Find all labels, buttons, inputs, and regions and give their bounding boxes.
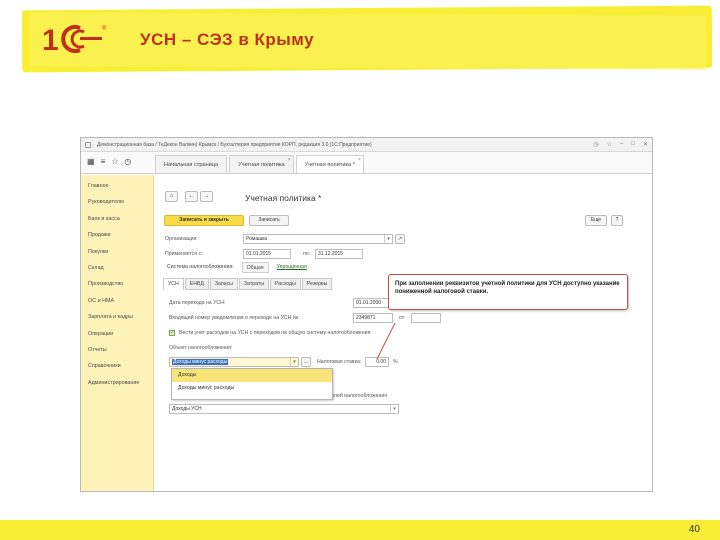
header-band-highlight	[29, 12, 707, 70]
chevron-down-icon[interactable]: ▾	[390, 405, 398, 413]
form-title: Учетная политика *	[245, 193, 322, 203]
object-field[interactable]: Доходы минус расходы ▾	[169, 357, 299, 367]
period-label: Применяется с:	[165, 251, 203, 257]
minimize-icon[interactable]: –	[620, 141, 623, 148]
chevron-down-icon[interactable]: ▾	[290, 358, 298, 366]
tab-accounting-policy[interactable]: Учетная политика ×	[229, 155, 294, 173]
sidebar-item-payroll[interactable]: Зарплата и кадры	[81, 314, 153, 330]
callout-arrow	[376, 322, 396, 360]
menu-icon[interactable]: ≡	[101, 157, 106, 166]
period-from-field[interactable]: 01.01.2015	[243, 249, 291, 259]
tab-bar: ▦ ≡ ☆ ◷ Начальная страница Учетная полит…	[81, 152, 652, 174]
notification-icon[interactable]: ◷	[593, 141, 598, 148]
income-account-field[interactable]: Доходы УСН ▾	[169, 404, 399, 414]
footer-band	[0, 520, 720, 540]
help-button[interactable]: ?	[611, 215, 623, 226]
window-controls: ◷ ☆ – □ ✕	[593, 141, 648, 148]
subtab-expenses[interactable]: Расходы	[269, 278, 301, 290]
org-value: Ромашка	[246, 236, 268, 242]
home-icon[interactable]: ⌂	[165, 191, 178, 202]
org-label: Организация:	[165, 236, 198, 242]
subtab-usn[interactable]: УСН	[163, 278, 184, 290]
select-icon[interactable]: …	[301, 357, 311, 367]
forward-icon[interactable]: →	[200, 191, 213, 202]
sidebar-item-catalogs[interactable]: Справочники	[81, 363, 153, 379]
history-icon[interactable]: ◷	[124, 157, 131, 166]
hint-callout: При заполнении реквизитов учетной полити…	[388, 274, 628, 310]
policy-subtabs: УСН ЕНВД Запасы Затраты Расходы Резервы	[163, 278, 333, 290]
option-income-minus-expenses[interactable]: Доходы минус расходы	[172, 382, 332, 395]
expense-checkbox[interactable]: ✓	[169, 330, 175, 336]
tax-system-switch: Система налогообложения: Общая Упрощенна…	[163, 262, 315, 273]
more-button[interactable]: Еще	[585, 215, 607, 226]
page-number: 40	[688, 524, 700, 535]
sidebar-item-operations[interactable]: Операции	[81, 331, 153, 347]
expense-checkbox-label: Вести учет расходов на УСН с переходом н…	[179, 330, 371, 336]
chevron-down-icon[interactable]: ▾	[384, 235, 392, 243]
sidebar-item-sales[interactable]: Продажи	[81, 232, 153, 248]
back-icon[interactable]: ←	[185, 191, 198, 202]
sidebar-item-warehouse[interactable]: Склад	[81, 265, 153, 281]
income-account-value: Доходы УСН	[172, 406, 202, 412]
object-value: Доходы минус расходы	[172, 359, 229, 365]
tax-system-label: Система налогообложения:	[167, 264, 234, 270]
subtab-stock[interactable]: Запасы	[209, 278, 238, 290]
svg-text:®: ®	[102, 25, 107, 32]
tab-home[interactable]: Начальная страница	[155, 155, 228, 173]
close-tab-icon[interactable]: ×	[288, 157, 291, 163]
save-button[interactable]: Записать	[249, 215, 289, 226]
tab-label: Учетная политика *	[304, 162, 355, 168]
window-title: Демонстрационная база / ТеДекон Валкин) …	[97, 141, 372, 148]
slide-title: УСН – СЭЗ в Крыму	[140, 30, 315, 49]
save-and-close-button[interactable]: Записать и закрыть	[164, 215, 244, 226]
app-window: Демонстрационная база / ТеДекон Валкин) …	[80, 137, 653, 492]
close-tab-icon[interactable]: ×	[358, 157, 361, 163]
1c-logo: 1 ®	[42, 24, 107, 56]
svg-text:1: 1	[42, 24, 59, 56]
tax-system-general[interactable]: Общая	[241, 262, 269, 273]
period-to-label: по:	[303, 251, 311, 257]
sidebar-item-admin[interactable]: Администрирование	[81, 380, 153, 396]
transition-date-label: Дата перехода на УСН:	[169, 300, 226, 306]
sidebar-item-reports[interactable]: Отчеты	[81, 347, 153, 363]
subtab-envd[interactable]: ЕНВД	[184, 278, 209, 290]
history-icon[interactable]: ☆	[607, 141, 612, 148]
sidebar-item-manager[interactable]: Руководителю	[81, 199, 153, 215]
tab-label: Начальная страница	[164, 162, 219, 168]
tab-accounting-policy-edit[interactable]: Учетная политика * ×	[295, 155, 364, 173]
sections-grid-icon[interactable]: ▦	[87, 157, 95, 166]
window-titlebar: Демонстрационная база / ТеДекон Валкин) …	[81, 138, 652, 152]
period-to-field[interactable]: 31.12.2015	[315, 249, 363, 259]
notice-number-label: Входящий номер уведомления о переходе на…	[169, 315, 300, 321]
option-income[interactable]: Доходы	[172, 369, 332, 382]
sidebar-item-production[interactable]: Производство	[81, 281, 153, 297]
sidebar-item-main[interactable]: Главное	[81, 183, 153, 199]
sidebar-item-assets[interactable]: ОС и НМА	[81, 298, 153, 314]
app-menu-icon[interactable]	[85, 141, 91, 148]
sidebar-item-bank[interactable]: Банк и касса	[81, 216, 153, 232]
form-content: ⌂ ← → Учетная политика * Записать и закр…	[155, 175, 652, 491]
org-field[interactable]: Ромашка ▾	[243, 234, 393, 244]
close-icon[interactable]: ✕	[643, 141, 648, 148]
object-dropdown: Доходы Доходы минус расходы	[171, 368, 333, 400]
object-label: Объект налогообложения:	[169, 345, 233, 351]
maximize-icon[interactable]: □	[631, 141, 635, 148]
transition-date-field[interactable]: 01.01.2000	[353, 298, 393, 308]
subtab-costs[interactable]: Затраты	[238, 278, 269, 290]
tax-system-simplified[interactable]: Упрощенная	[273, 262, 311, 273]
tab-label: Учетная политика	[238, 162, 285, 168]
subtab-reserves[interactable]: Резервы	[301, 278, 333, 290]
toolbar-icons: ▦ ≡ ☆ ◷	[81, 157, 155, 173]
sidebar: Главное Руководителю Банк и касса Продаж…	[81, 175, 154, 491]
open-icon[interactable]: ↗	[395, 234, 405, 244]
favorites-icon[interactable]: ☆	[111, 157, 118, 166]
sidebar-item-purchases[interactable]: Покупки	[81, 249, 153, 265]
